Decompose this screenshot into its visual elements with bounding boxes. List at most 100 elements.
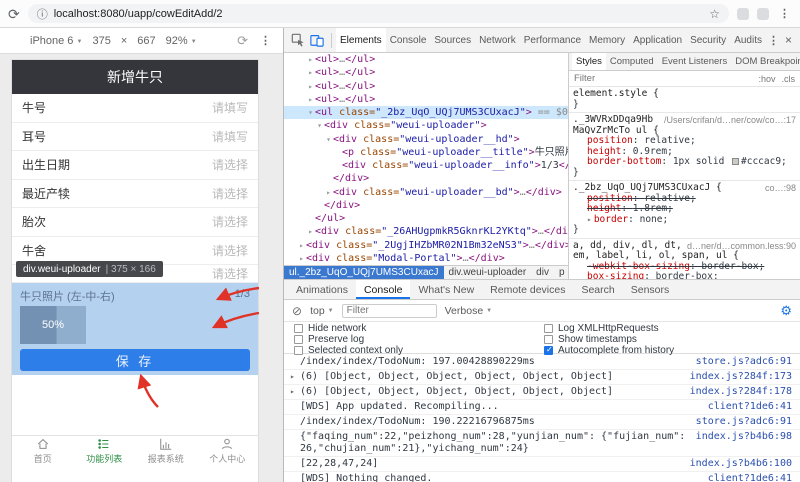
styles-filter-input[interactable]: [574, 73, 753, 84]
form-row[interactable]: 牛号 请填写: [12, 94, 258, 123]
tabbar-item-profile[interactable]: 个人中心: [197, 436, 259, 466]
tabbar-item-home[interactable]: 首页: [12, 436, 74, 466]
drawer-tab-search[interactable]: Search: [573, 280, 622, 299]
dom-tree-node[interactable]: ▾ <div class="weui-uploader__hd">: [284, 133, 568, 146]
drawer-tab-console[interactable]: Console: [355, 280, 411, 299]
devtools-tab-memory[interactable]: Memory: [585, 28, 629, 52]
disclosure-arrow-icon[interactable]: ▸: [297, 239, 306, 252]
checkbox[interactable]: [294, 346, 303, 355]
dom-tree-node[interactable]: ▸ <ul>…</ul>: [284, 93, 568, 106]
console-setting-show-timestamps[interactable]: Show timestamps: [544, 334, 790, 345]
browser-menu-icon[interactable]: ⋮: [777, 7, 792, 20]
console-source-link[interactable]: index.js?284f:173: [690, 371, 792, 383]
stylesheet-link[interactable]: /Users/crifan/d…ner/cow/co…:17: [664, 115, 796, 126]
devtools-close-icon[interactable]: ×: [781, 33, 796, 47]
reload-icon[interactable]: ⟳: [8, 7, 20, 21]
bookmark-star-icon[interactable]: ☆: [709, 7, 720, 21]
class-toggle[interactable]: .cls: [782, 74, 796, 84]
css-property[interactable]: ▸ border: none;: [573, 214, 796, 226]
stylesheet-link[interactable]: co…:98: [765, 183, 796, 194]
device-height-input[interactable]: 667: [137, 35, 155, 47]
checkbox[interactable]: [294, 324, 303, 333]
breadcrumb-item[interactable]: p: [554, 266, 568, 279]
rotate-icon[interactable]: ⟳: [237, 33, 248, 49]
extension-icon[interactable]: [737, 7, 749, 20]
console-setting-preserve-log[interactable]: Preserve log: [294, 334, 544, 345]
dom-tree-node[interactable]: </div>: [284, 172, 568, 185]
dom-tree-node[interactable]: ▸ <ul>…</ul>: [284, 80, 568, 93]
console-source-link[interactable]: client?1de6:41: [708, 473, 792, 482]
devtools-menu-icon[interactable]: ⋮: [766, 34, 781, 47]
dom-tree-node[interactable]: ▸ <ul>…</ul>: [284, 66, 568, 79]
checkbox[interactable]: [544, 345, 553, 355]
device-toolbar-menu-icon[interactable]: ⋮: [258, 34, 273, 47]
console-settings-icon[interactable]: ⚙: [780, 303, 792, 319]
console-source-link[interactable]: store.js?adc6:91: [696, 416, 792, 428]
disclosure-arrow-icon[interactable]: ▾: [315, 119, 324, 132]
disclosure-arrow-icon[interactable]: ▸: [306, 93, 315, 106]
dom-tree-node[interactable]: <div class="weui-uploader__info">1/3</di…: [284, 159, 568, 172]
device-width-input[interactable]: 375: [92, 35, 110, 47]
css-property[interactable]: border-bottom: 1px solid #cccac9;: [573, 156, 796, 168]
expand-arrow-icon[interactable]: ▸: [290, 386, 300, 398]
form-row[interactable]: 出生日期 请选择: [12, 151, 258, 180]
console-source-link[interactable]: client?1de6:41: [708, 401, 792, 413]
drawer-tab-remote-devices[interactable]: Remote devices: [482, 280, 573, 299]
form-row[interactable]: 胎次 请选择: [12, 208, 258, 237]
tabbar-item-report[interactable]: 报表系统: [135, 436, 197, 466]
styles-tab-computed[interactable]: Computed: [606, 53, 658, 70]
console-setting-log-xmlhttprequests[interactable]: Log XMLHttpRequests: [544, 323, 790, 334]
styles-tab-event-listeners[interactable]: Event Listeners: [658, 53, 731, 70]
breadcrumb-item[interactable]: div.weui-uploader: [444, 266, 532, 279]
styles-tab-styles[interactable]: Styles: [572, 53, 606, 70]
css-property[interactable]: box-sizing: border-box;: [573, 271, 796, 279]
dom-tree-node[interactable]: ▾ <div class="weui-uploader">: [284, 119, 568, 132]
form-row[interactable]: 耳号 请填写: [12, 122, 258, 151]
context-select[interactable]: top ▼: [310, 305, 334, 317]
devtools-tab-console[interactable]: Console: [386, 28, 431, 52]
dom-tree-node[interactable]: ▸ <div class="weui-uploader__bd">…</div>: [284, 186, 568, 199]
devtools-tab-audits[interactable]: Audits: [730, 28, 766, 52]
zoom-select[interactable]: 92% ▼: [166, 35, 197, 47]
url-text[interactable]: localhost:8080/uapp/cowEditAdd/2: [54, 8, 704, 20]
checkbox[interactable]: [544, 324, 553, 333]
console-source-link[interactable]: index.js?b4b6:100: [690, 458, 792, 470]
disclosure-arrow-icon[interactable]: ▸: [297, 252, 306, 265]
devtools-tab-performance[interactable]: Performance: [520, 28, 585, 52]
styles-tab-dom-breakpoints[interactable]: DOM Breakpoints: [731, 53, 800, 70]
dom-tree-node[interactable]: ▾ <ul class="_2bz_UqO_UQj7UMS3CUxacJ"> ==…: [284, 106, 568, 120]
dom-tree-node[interactable]: <p class="weui-uploader__title">牛只照片 (左-…: [284, 146, 568, 159]
dom-tree-node[interactable]: ▸ <div class="_2UgjIHZbMR02N1Bm32eNS3">…<…: [284, 239, 568, 252]
page-info-icon[interactable]: ⓘ: [37, 6, 48, 22]
extension-icon[interactable]: [757, 7, 769, 20]
color-swatch[interactable]: [732, 158, 740, 165]
disclosure-arrow-icon[interactable]: ▸: [306, 80, 315, 93]
device-select[interactable]: iPhone 6 ▼: [30, 35, 82, 47]
drawer-tab-sensors[interactable]: Sensors: [623, 280, 678, 299]
pseudo-state-toggle[interactable]: :hov: [758, 74, 775, 84]
disclosure-arrow-icon[interactable]: ▾: [324, 133, 333, 146]
expand-arrow-icon[interactable]: ▸: [290, 371, 300, 383]
devtools-tab-elements[interactable]: Elements: [336, 28, 386, 52]
dom-tree-node[interactable]: ▸ <ul>…</ul>: [284, 53, 568, 66]
drawer-tab-animations[interactable]: Animations: [288, 280, 356, 299]
dom-tree-node[interactable]: ▸ <div class="Modal-Portal">…</div>: [284, 252, 568, 265]
disclosure-arrow-icon[interactable]: ▸: [306, 66, 315, 79]
disclosure-arrow-icon[interactable]: ▸: [324, 186, 333, 199]
breadcrumb-item[interactable]: ul._2bz_UqO_UQj7UMS3CUxacJ: [284, 266, 444, 279]
dom-tree-node[interactable]: </ul>: [284, 212, 568, 225]
console-filter-input[interactable]: [341, 303, 437, 318]
devtools-tab-application[interactable]: Application: [629, 28, 686, 52]
form-row[interactable]: 最近产犊 请选择: [12, 179, 258, 208]
inspect-element-icon[interactable]: [289, 32, 307, 48]
save-button[interactable]: 保 存: [20, 349, 250, 371]
disclosure-arrow-icon[interactable]: ▸: [306, 53, 315, 66]
checkbox[interactable]: [294, 335, 303, 344]
console-setting-hide-network[interactable]: Hide network: [294, 323, 544, 334]
disclosure-arrow-icon[interactable]: ▾: [306, 106, 315, 119]
tabbar-item-list[interactable]: 功能列表: [74, 436, 136, 466]
disclosure-arrow-icon[interactable]: ▸: [306, 225, 315, 238]
dom-tree-node[interactable]: </div>: [284, 199, 568, 212]
address-bar[interactable]: ⓘ localhost:8080/uapp/cowEditAdd/2 ☆: [27, 4, 729, 23]
dom-tree-node[interactable]: ▸ <div class="_26AHUgpmkR5GknrKL2YKtq">…<…: [284, 225, 568, 238]
